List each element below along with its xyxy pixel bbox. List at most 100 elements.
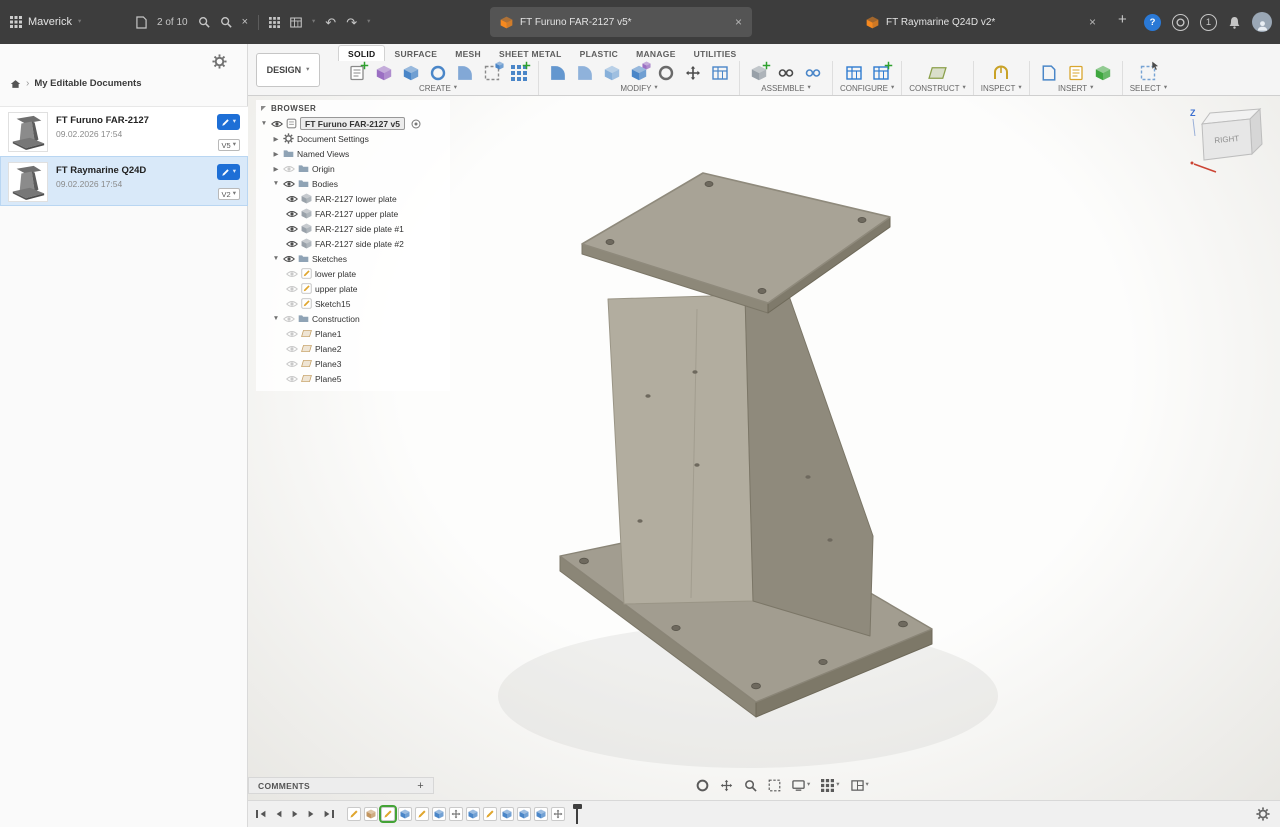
workspace-selector[interactable]: DESIGN▾ (256, 53, 320, 87)
visibility-eye-icon[interactable] (286, 285, 298, 293)
visibility-eye-icon[interactable] (286, 360, 298, 368)
timeline-extrude-feature[interactable] (398, 807, 412, 821)
tab-mesh[interactable]: MESH (446, 46, 490, 61)
close-icon[interactable]: × (1089, 15, 1096, 29)
chevron-right-icon[interactable]: ▶ (272, 165, 280, 173)
play-button[interactable] (291, 810, 299, 818)
breadcrumb[interactable]: › My Editable Documents (10, 78, 142, 89)
close-icon[interactable]: × (242, 17, 248, 28)
measure-tool[interactable] (989, 62, 1013, 84)
viewport[interactable]: BROWSER ▼ FT Furuno FAR-2127 v5 ▶ Docume… (248, 96, 1280, 800)
visibility-eye-icon[interactable] (286, 270, 298, 278)
timeline-extrude-feature[interactable] (500, 807, 514, 821)
visibility-eye-icon[interactable] (286, 225, 298, 233)
new-component-tool[interactable] (747, 62, 771, 84)
browser-item-sketch-upper-plate[interactable]: upper plate (256, 281, 450, 296)
visibility-eye-icon[interactable] (286, 345, 298, 353)
tree-label[interactable]: upper plate (315, 284, 358, 294)
timeline-sketch-feature[interactable] (483, 807, 497, 821)
tree-label[interactable]: Plane1 (315, 329, 341, 339)
assemble-group-label[interactable]: ASSEMBLE▾ (761, 84, 810, 93)
skip-to-start-button[interactable] (256, 810, 267, 818)
browser-item-named-views[interactable]: ▶ Named Views (256, 146, 450, 161)
comments-bar[interactable]: COMMENTS + (248, 777, 434, 794)
timeline-settings-gear-icon[interactable] (1256, 807, 1270, 821)
timeline-extrude-feature[interactable] (466, 807, 480, 821)
fillet-tool[interactable] (573, 62, 597, 84)
chevron-down-icon[interactable]: ▼ (272, 180, 280, 187)
orbit-button[interactable] (696, 779, 709, 792)
browser-item-sketch-lower-plate[interactable]: lower plate (256, 266, 450, 281)
tab-title[interactable]: FT Raymarine Q24D v2* (886, 17, 1082, 28)
tab-utilities[interactable]: UTILITIES (685, 46, 746, 61)
visibility-eye-icon[interactable] (286, 210, 298, 218)
chevron-down-icon[interactable]: ▾ (367, 19, 370, 26)
browser-item-bodies[interactable]: ▼ Bodies (256, 176, 450, 191)
visibility-eye-icon[interactable] (283, 315, 295, 323)
chevron-right-icon[interactable]: ▶ (272, 150, 280, 158)
extrude-tool[interactable] (399, 62, 423, 84)
tab-surface[interactable]: SURFACE (385, 46, 446, 61)
tree-label[interactable]: FAR-2127 side plate #1 (315, 224, 404, 234)
model-side-plates[interactable] (608, 293, 873, 636)
tree-label[interactable]: Plane5 (315, 374, 341, 384)
tab-title[interactable]: FT Furuno FAR-2127 v5* (520, 17, 728, 28)
shell-tool[interactable] (600, 62, 624, 84)
gear-icon[interactable] (212, 54, 227, 69)
chevron-down-icon[interactable]: ▼ (272, 315, 280, 322)
document-card-raymarine[interactable]: FT Raymarine Q24D 09.02.2026 17:54 ▾ V2▾ (0, 156, 248, 206)
pan-button[interactable] (720, 779, 733, 792)
insert-mesh-tool[interactable] (1091, 62, 1115, 84)
pattern-tool[interactable] (507, 62, 531, 84)
timeline-extrude-feature[interactable] (432, 807, 446, 821)
fit-view-button[interactable] (768, 779, 781, 792)
visibility-eye-icon[interactable] (283, 180, 295, 188)
version-badge[interactable]: V5▾ (218, 139, 240, 151)
combine-tool[interactable] (627, 62, 651, 84)
collapse-icon[interactable] (261, 106, 266, 111)
configuration-table-tool[interactable] (842, 62, 866, 84)
timeline-move-feature[interactable] (551, 807, 565, 821)
insert-derive-tool[interactable] (1037, 62, 1061, 84)
breadcrumb-label[interactable]: My Editable Documents (34, 78, 141, 89)
list-view-icon[interactable] (290, 17, 302, 28)
open-document-button[interactable]: ▾ (217, 114, 240, 130)
chevron-right-icon[interactable]: ▶ (272, 135, 280, 143)
construction-plane-tool[interactable] (926, 62, 950, 84)
search-icon[interactable] (220, 16, 232, 28)
tree-label[interactable]: lower plate (315, 269, 356, 279)
sweep-tool[interactable] (453, 62, 477, 84)
close-icon[interactable]: × (735, 15, 742, 29)
open-document-button[interactable]: ▾ (217, 164, 240, 180)
grid-view-icon[interactable] (269, 17, 280, 28)
inspect-group-label[interactable]: INSPECT▾ (981, 84, 1022, 93)
browser-item-plane3[interactable]: Plane3 (256, 356, 450, 371)
create-group-label[interactable]: CREATE▾ (419, 84, 457, 93)
browser-item-body-side-plate-1[interactable]: FAR-2127 side plate #1 (256, 221, 450, 236)
new-tab-button[interactable]: + (1118, 12, 1127, 27)
chevron-down-icon[interactable]: ▾ (312, 19, 315, 26)
tree-label[interactable]: FAR-2127 lower plate (315, 194, 397, 204)
redo-icon[interactable]: ↷ (346, 16, 357, 29)
step-back-button[interactable] (275, 810, 283, 818)
select-tool[interactable] (1136, 62, 1160, 84)
display-settings-button[interactable]: ▾ (792, 779, 810, 792)
root-document-label[interactable]: FT Furuno FAR-2127 v5 (300, 117, 405, 130)
change-parameters-tool[interactable] (708, 62, 732, 84)
tree-label[interactable]: Bodies (312, 179, 338, 189)
add-comment-button[interactable]: + (417, 780, 424, 792)
browser-item-document-settings[interactable]: ▶ Document Settings (256, 131, 450, 146)
create-form-tool[interactable] (372, 62, 396, 84)
timeline-extrude-feature[interactable] (534, 807, 548, 821)
tab-solid[interactable]: SOLID (338, 45, 385, 61)
rigid-group-tool[interactable] (801, 62, 825, 84)
notifications-badge[interactable]: 1 (1200, 14, 1217, 31)
timeline-sketch-feature-current[interactable] (381, 807, 395, 821)
browser-header[interactable]: BROWSER (256, 100, 450, 116)
chevron-down-icon[interactable]: ▼ (260, 120, 268, 127)
browser-item-construction[interactable]: ▼ Construction (256, 311, 450, 326)
browser-item-plane1[interactable]: Plane1 (256, 326, 450, 341)
document-tab-furuno[interactable]: FT Furuno FAR-2127 v5* × (490, 7, 752, 37)
model-upper-plate[interactable] (582, 173, 890, 313)
document-tab-raymarine[interactable]: FT Raymarine Q24D v2* × (856, 7, 1106, 37)
